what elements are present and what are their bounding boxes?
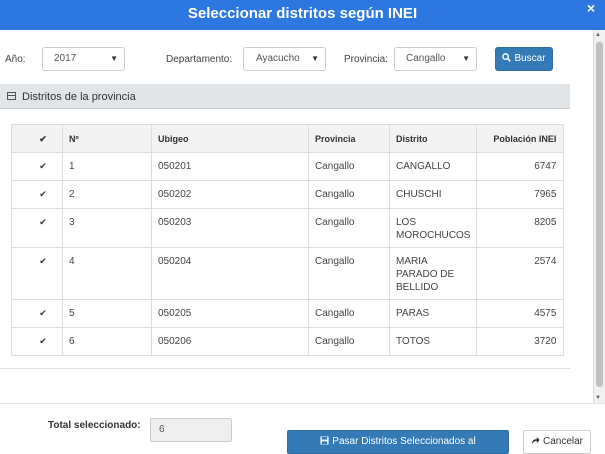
cell-number: 2 bbox=[62, 180, 152, 209]
panel-heading-title: Distritos de la provincia bbox=[22, 91, 136, 103]
header-provincia: Provincia bbox=[308, 124, 390, 153]
cell-distrito: CANGALLO bbox=[388, 152, 478, 181]
department-label: Departamento: bbox=[166, 54, 233, 65]
table-icon bbox=[7, 92, 16, 100]
cell-distrito: MARIA PARADO DE BELLIDO bbox=[388, 247, 478, 300]
dialog-title: Seleccionar distritos según INEI bbox=[187, 5, 418, 22]
search-button-label: Buscar bbox=[514, 53, 546, 64]
cell-number: 1 bbox=[62, 152, 152, 181]
total-selected-field: 6 bbox=[150, 418, 232, 442]
header-distrito: Distrito bbox=[388, 124, 478, 153]
table-row[interactable]: ✔ 6 050206 Cangallo TOTOS 3720 bbox=[11, 327, 565, 356]
scroll-down-icon[interactable]: ▼ bbox=[595, 395, 601, 401]
cell-provincia: Cangallo bbox=[308, 327, 390, 356]
cell-ubigeo: 050203 bbox=[151, 208, 309, 248]
cell-provincia: Cangallo bbox=[308, 247, 390, 300]
search-button[interactable]: Buscar bbox=[495, 47, 553, 71]
cell-number: 3 bbox=[62, 208, 152, 248]
cell-ubigeo: 050202 bbox=[151, 180, 309, 209]
checkbox-icon[interactable]: ✔ bbox=[38, 134, 48, 144]
cell-number: 5 bbox=[62, 299, 152, 328]
total-selected-label: Total seleccionado: bbox=[48, 420, 141, 431]
cell-provincia: Cangallo bbox=[308, 152, 390, 181]
cell-distrito: LOS MOROCHUCOS bbox=[388, 208, 478, 248]
districts-table: ✔ Nº Ubigeo Provincia Distrito Población… bbox=[11, 124, 565, 356]
cell-poblacion: 3720 bbox=[476, 327, 565, 356]
province-label: Provincia: bbox=[344, 54, 388, 65]
scrollbar-thumb[interactable] bbox=[596, 42, 603, 387]
cell-poblacion: 7965 bbox=[476, 180, 565, 209]
chevron-down-icon: ▼ bbox=[311, 54, 319, 63]
department-select-value: Ayacucho bbox=[256, 53, 300, 64]
filter-bar: Año: 2017 ▼ Departamento: Ayacucho ▼ Pro… bbox=[0, 44, 590, 74]
cancel-label: Cancelar bbox=[542, 436, 584, 447]
cell-distrito: TOTOS bbox=[388, 327, 478, 356]
header-ubigeo: Ubigeo bbox=[151, 124, 309, 153]
share-icon bbox=[531, 431, 540, 453]
chevron-down-icon: ▼ bbox=[110, 54, 118, 63]
cell-ubigeo: 050206 bbox=[151, 327, 309, 356]
table-row[interactable]: ✔ 1 050201 Cangallo CANGALLO 6747 bbox=[11, 152, 565, 181]
cell-number: 4 bbox=[62, 247, 152, 300]
province-select[interactable]: Cangallo ▼ bbox=[394, 47, 477, 71]
cell-poblacion: 8205 bbox=[476, 208, 565, 248]
header-number: Nº bbox=[62, 124, 152, 153]
cell-poblacion: 6747 bbox=[476, 152, 565, 181]
row-checkbox[interactable]: ✔ bbox=[38, 336, 48, 346]
year-label: Año: bbox=[5, 54, 26, 65]
cell-distrito: CHUSCHI bbox=[388, 180, 478, 209]
header-poblacion: Población INEI bbox=[476, 124, 565, 153]
cell-ubigeo: 050204 bbox=[151, 247, 309, 300]
close-icon[interactable]: × bbox=[587, 1, 595, 15]
cell-number: 6 bbox=[62, 327, 152, 356]
table-header-row: ✔ Nº Ubigeo Provincia Distrito Población… bbox=[11, 124, 565, 153]
cell-provincia: Cangallo bbox=[308, 299, 390, 328]
row-checkbox[interactable]: ✔ bbox=[38, 256, 48, 266]
vertical-scrollbar[interactable]: ▲ ▼ bbox=[593, 30, 605, 403]
cell-poblacion: 4575 bbox=[476, 299, 565, 328]
scroll-up-icon[interactable]: ▲ bbox=[595, 32, 601, 38]
table-row[interactable]: ✔ 5 050205 Cangallo PARAS 4575 bbox=[11, 299, 565, 328]
year-select[interactable]: 2017 ▼ bbox=[42, 47, 125, 71]
row-checkbox[interactable]: ✔ bbox=[38, 308, 48, 318]
table-row[interactable]: ✔ 3 050203 Cangallo LOS MOROCHUCOS 8205 bbox=[11, 208, 565, 248]
cell-poblacion: 2574 bbox=[476, 247, 565, 300]
row-checkbox[interactable]: ✔ bbox=[38, 217, 48, 227]
chevron-down-icon: ▼ bbox=[462, 54, 470, 63]
save-icon bbox=[320, 431, 329, 453]
cell-provincia: Cangallo bbox=[308, 180, 390, 209]
department-select[interactable]: Ayacucho ▼ bbox=[243, 47, 326, 71]
footer-divider bbox=[0, 403, 605, 404]
year-select-value: 2017 bbox=[54, 53, 77, 64]
cancel-button[interactable]: Cancelar bbox=[523, 430, 591, 454]
cell-distrito: PARAS bbox=[388, 299, 478, 328]
cell-ubigeo: 050205 bbox=[151, 299, 309, 328]
table-row[interactable]: ✔ 4 050204 Cangallo MARIA PARADO DE BELL… bbox=[11, 247, 565, 300]
search-icon bbox=[502, 48, 512, 70]
province-select-value: Cangallo bbox=[406, 53, 446, 64]
submit-selected-button[interactable]: Pasar Distritos Seleccionados al Requeri… bbox=[287, 430, 509, 454]
cell-ubigeo: 050201 bbox=[151, 152, 309, 181]
submit-selected-label: Pasar Distritos Seleccionados al Requeri… bbox=[332, 436, 476, 447]
panel-heading: Distritos de la provincia bbox=[0, 84, 570, 109]
row-checkbox[interactable]: ✔ bbox=[38, 161, 48, 171]
row-checkbox[interactable]: ✔ bbox=[38, 189, 48, 199]
select-all-header[interactable]: ✔ bbox=[11, 124, 63, 153]
cell-provincia: Cangallo bbox=[308, 208, 390, 248]
dialog-titlebar: Seleccionar distritos según INEI × bbox=[0, 0, 605, 30]
table-row[interactable]: ✔ 2 050202 Cangallo CHUSCHI 7965 bbox=[11, 180, 565, 209]
